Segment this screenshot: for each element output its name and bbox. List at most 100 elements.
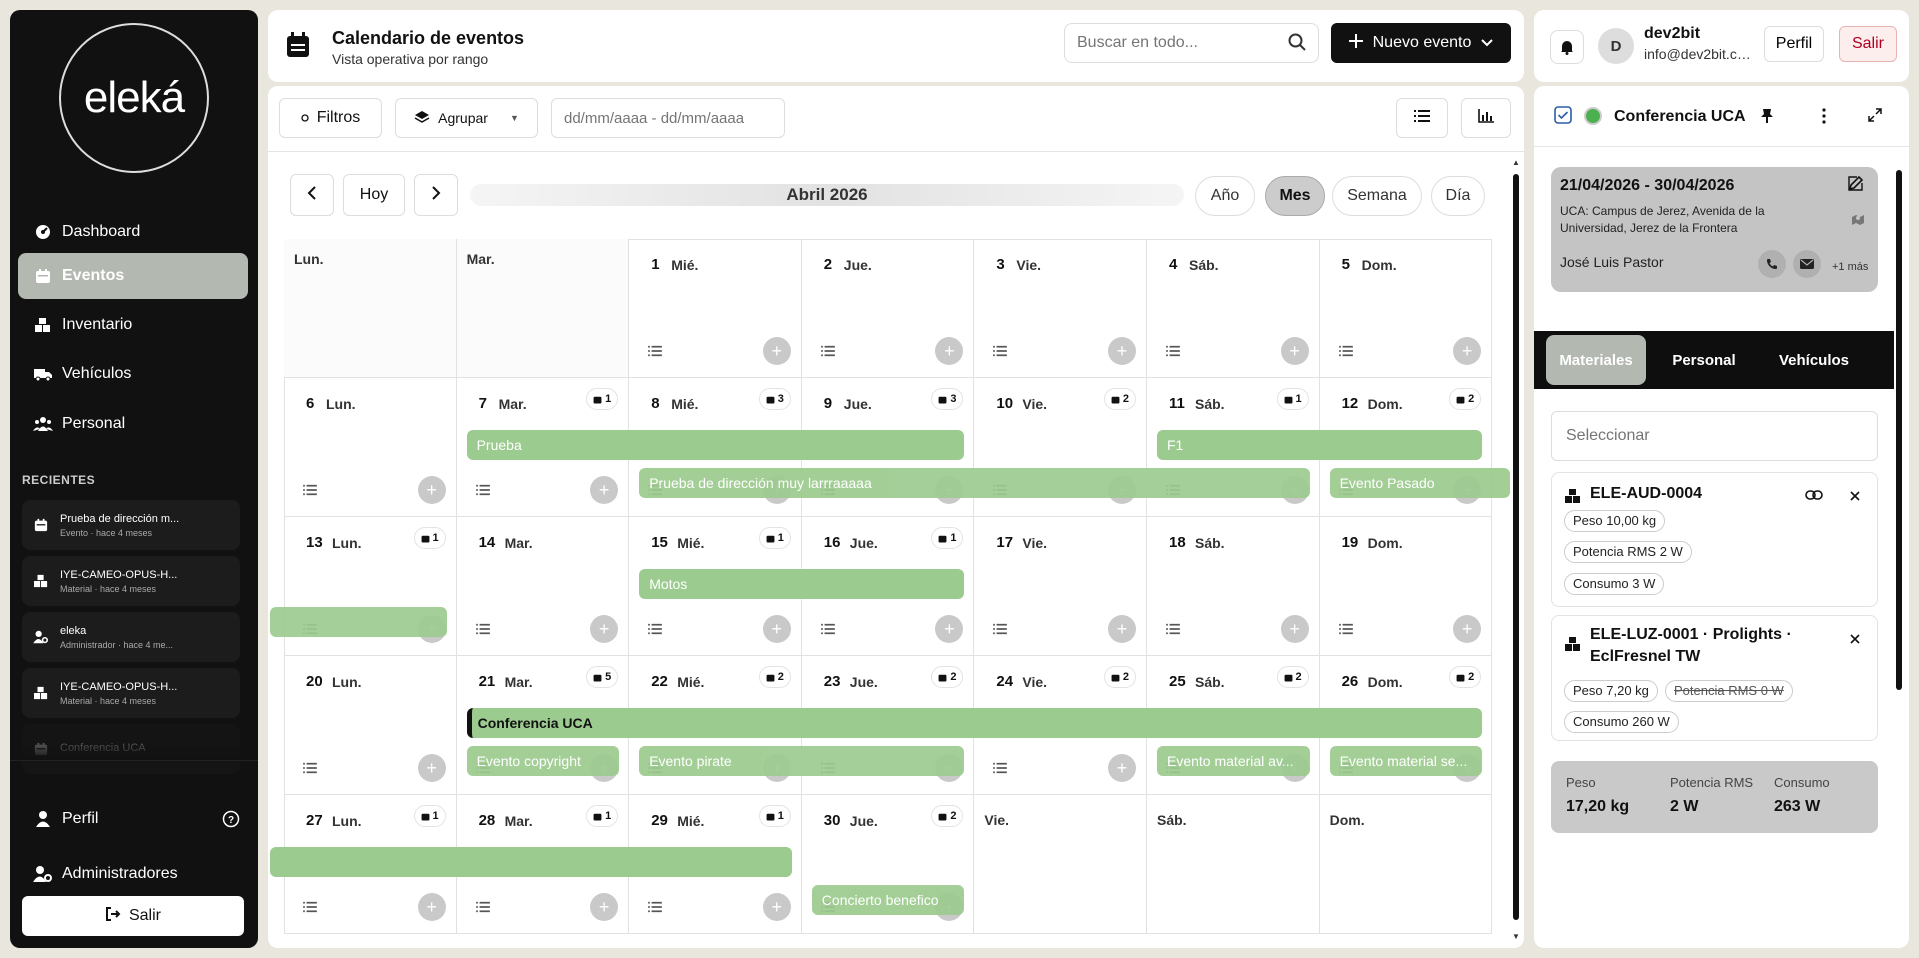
add-event-icon[interactable]: + bbox=[417, 754, 446, 782]
nav-dashboard[interactable]: Dashboard bbox=[18, 209, 248, 255]
add-event-icon[interactable]: + bbox=[417, 893, 446, 921]
event-bar[interactable]: Prueba bbox=[466, 430, 965, 460]
admins-link[interactable]: Administradores bbox=[22, 854, 246, 894]
list-icon[interactable] bbox=[643, 339, 667, 363]
day-cell[interactable]: 4 Sáb. + bbox=[1147, 239, 1320, 378]
next-button[interactable] bbox=[414, 174, 458, 216]
event-bar[interactable]: Evento copyright bbox=[466, 746, 620, 776]
list-icon[interactable] bbox=[643, 895, 667, 919]
event-bar[interactable] bbox=[270, 607, 447, 637]
add-event-icon[interactable]: + bbox=[935, 615, 964, 643]
event-bar[interactable] bbox=[270, 847, 793, 877]
list-icon[interactable] bbox=[471, 895, 495, 919]
day-cell[interactable]: 14 Mar. + bbox=[456, 517, 630, 656]
phone-icon[interactable] bbox=[1758, 250, 1786, 278]
calendar-scrollbar[interactable] bbox=[1513, 174, 1519, 920]
add-event-icon[interactable]: + bbox=[762, 893, 791, 921]
day-cell[interactable]: 18 Sáb. + bbox=[1147, 517, 1320, 656]
add-event-icon[interactable]: + bbox=[1453, 615, 1482, 643]
recent-item[interactable]: IYE-CAMEO-OPUS-H... Material · hace 4 mes… bbox=[22, 668, 240, 718]
list-icon[interactable] bbox=[1334, 339, 1358, 363]
add-event-icon[interactable]: + bbox=[1453, 337, 1482, 365]
more-vertical-icon[interactable] bbox=[1822, 108, 1826, 128]
list-icon[interactable] bbox=[471, 478, 495, 502]
nav-personal[interactable]: Personal bbox=[18, 401, 248, 447]
add-event-icon[interactable]: + bbox=[590, 893, 619, 921]
edit-icon[interactable] bbox=[1848, 175, 1864, 195]
view-day-button[interactable]: Día bbox=[1431, 176, 1485, 216]
day-cell[interactable]: 1 Mié. + bbox=[629, 239, 802, 378]
event-bar[interactable]: Prueba de dirección muy larrraaaaa bbox=[639, 468, 1310, 498]
day-cell[interactable]: 20 Lun. + bbox=[284, 656, 457, 795]
add-event-icon[interactable]: + bbox=[1107, 615, 1136, 643]
add-event-icon[interactable]: + bbox=[590, 476, 619, 504]
day-cell[interactable]: 19 Dom. + bbox=[1319, 517, 1493, 656]
filters-button[interactable]: Filtros bbox=[279, 98, 382, 138]
add-event-icon[interactable]: + bbox=[1107, 754, 1136, 782]
list-icon[interactable] bbox=[298, 478, 322, 502]
add-event-icon[interactable]: + bbox=[1107, 337, 1136, 365]
event-bar[interactable]: Concierto benefico bbox=[811, 885, 965, 915]
tab-vehiculos[interactable]: Vehículos bbox=[1759, 335, 1869, 385]
list-icon[interactable] bbox=[816, 617, 840, 641]
group-select[interactable]: Agrupar ▼ bbox=[395, 98, 538, 138]
event-bar[interactable]: Evento pirate bbox=[639, 746, 965, 776]
search-icon[interactable] bbox=[1288, 33, 1306, 55]
list-icon[interactable] bbox=[1161, 339, 1185, 363]
profile-link[interactable]: Perfil bbox=[22, 799, 246, 839]
event-bar[interactable]: F1 bbox=[1157, 430, 1483, 460]
add-event-icon[interactable]: + bbox=[1280, 615, 1309, 643]
event-bar[interactable]: Motos bbox=[639, 569, 965, 599]
add-event-icon[interactable]: + bbox=[1280, 337, 1309, 365]
profile-button[interactable]: Perfil bbox=[1764, 26, 1824, 62]
view-month-button[interactable]: Mes bbox=[1265, 176, 1325, 216]
logout-button[interactable]: Salir bbox=[22, 896, 244, 936]
expand-icon[interactable] bbox=[1868, 108, 1882, 126]
day-cell[interactable]: Dom. bbox=[1319, 795, 1493, 934]
event-bar[interactable]: Evento material se... bbox=[1329, 746, 1483, 776]
scroll-up-arrow[interactable]: ▲ bbox=[1512, 158, 1520, 167]
add-event-icon[interactable]: + bbox=[762, 337, 791, 365]
event-bar[interactable]: Evento material av... bbox=[1157, 746, 1310, 776]
close-icon[interactable] bbox=[1850, 631, 1860, 648]
list-icon[interactable] bbox=[988, 617, 1012, 641]
list-icon[interactable] bbox=[298, 756, 322, 780]
nav-inventario[interactable]: Inventario bbox=[18, 302, 248, 348]
day-cell[interactable]: 6 Lun. + bbox=[284, 378, 457, 517]
list-icon[interactable] bbox=[471, 617, 495, 641]
recent-item[interactable]: IYE-CAMEO-OPUS-H... Material · hace 4 mes… bbox=[22, 556, 240, 606]
day-cell[interactable]: Lun. bbox=[284, 239, 457, 378]
day-cell[interactable]: 2 Jue. + bbox=[801, 239, 975, 378]
add-event-icon[interactable]: + bbox=[935, 337, 964, 365]
event-bar[interactable]: Evento Pasado bbox=[1329, 468, 1511, 498]
day-cell[interactable]: 3 Vie. + bbox=[974, 239, 1147, 378]
day-cell[interactable]: 17 Vie. + bbox=[974, 517, 1147, 656]
material-select[interactable] bbox=[1551, 411, 1878, 461]
list-icon[interactable] bbox=[988, 339, 1012, 363]
search-input[interactable] bbox=[1064, 23, 1319, 63]
view-year-button[interactable]: Año bbox=[1195, 176, 1255, 216]
recent-item[interactable]: Prueba de dirección m... Evento · hace 4 … bbox=[22, 500, 240, 550]
recent-item[interactable]: eleka Administrador · hace 4 me... bbox=[22, 612, 240, 662]
list-view-button[interactable] bbox=[1396, 98, 1448, 138]
bell-icon[interactable] bbox=[1550, 30, 1584, 64]
day-cell[interactable]: 5 Dom. + bbox=[1319, 239, 1493, 378]
pin-icon[interactable] bbox=[1760, 108, 1774, 128]
list-icon[interactable] bbox=[298, 895, 322, 919]
nav-vehiculos[interactable]: Vehículos bbox=[18, 351, 248, 397]
day-cell[interactable]: Mar. bbox=[456, 239, 630, 378]
help-icon[interactable]: ? bbox=[222, 810, 240, 832]
list-icon[interactable] bbox=[1334, 617, 1358, 641]
view-week-button[interactable]: Semana bbox=[1332, 176, 1422, 216]
close-icon[interactable] bbox=[1850, 488, 1860, 505]
date-range-input[interactable] bbox=[551, 98, 785, 138]
list-icon[interactable] bbox=[643, 617, 667, 641]
link-icon[interactable] bbox=[1805, 488, 1823, 505]
scroll-down-arrow[interactable]: ▼ bbox=[1512, 932, 1520, 941]
nav-eventos[interactable]: Eventos bbox=[18, 253, 248, 299]
exit-button[interactable]: Salir bbox=[1839, 26, 1897, 62]
prev-button[interactable] bbox=[290, 174, 334, 216]
checkbox-icon[interactable] bbox=[1554, 106, 1572, 128]
list-icon[interactable] bbox=[988, 756, 1012, 780]
add-event-icon[interactable]: + bbox=[417, 476, 446, 504]
